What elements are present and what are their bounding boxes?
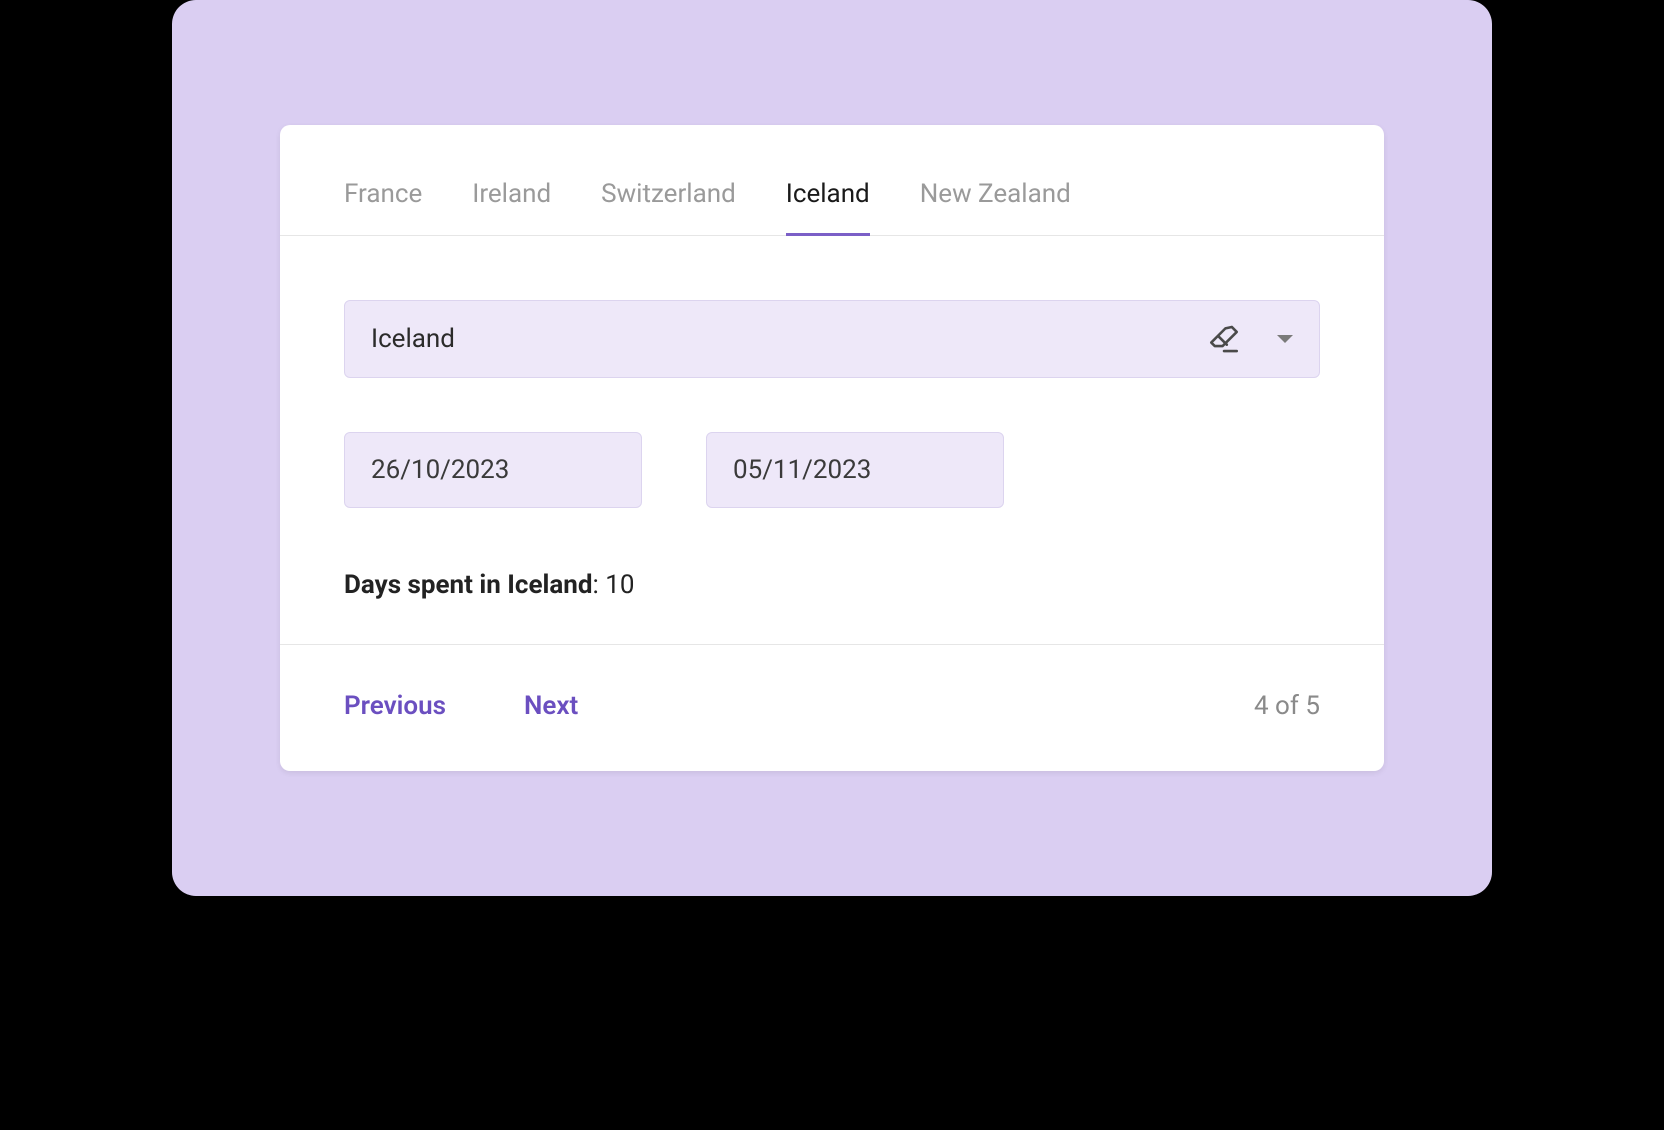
page-background: France Ireland Switzerland Iceland New Z…: [172, 0, 1492, 896]
select-icons: [1207, 322, 1293, 356]
country-select[interactable]: Iceland: [344, 300, 1320, 378]
start-date-value: 26/10/2023: [371, 455, 509, 485]
days-summary-separator: :: [593, 570, 606, 600]
days-summary-value: 10: [605, 570, 634, 600]
tab-new-zealand[interactable]: New Zealand: [920, 179, 1071, 236]
days-summary-label: Days spent in Iceland: [344, 570, 593, 600]
footer-nav: Previous Next: [344, 691, 578, 721]
page-counter: 4 of 5: [1254, 691, 1320, 721]
previous-button[interactable]: Previous: [344, 691, 446, 721]
end-date-field[interactable]: 05/11/2023: [706, 432, 1004, 508]
eraser-icon[interactable]: [1207, 322, 1241, 356]
days-summary: Days spent in Iceland: 10: [344, 570, 1320, 600]
chevron-down-icon: [1277, 335, 1293, 343]
tab-ireland[interactable]: Ireland: [472, 179, 551, 236]
start-date-field[interactable]: 26/10/2023: [344, 432, 642, 508]
tab-switzerland[interactable]: Switzerland: [601, 179, 736, 236]
tab-france[interactable]: France: [344, 179, 422, 236]
next-button[interactable]: Next: [524, 691, 578, 721]
footer: Previous Next 4 of 5: [280, 644, 1384, 771]
date-row: 26/10/2023 05/11/2023: [344, 432, 1320, 508]
tab-bar: France Ireland Switzerland Iceland New Z…: [280, 125, 1384, 236]
tab-content: Iceland 26/10/2023: [280, 236, 1384, 644]
main-card: France Ireland Switzerland Iceland New Z…: [280, 125, 1384, 771]
tab-iceland[interactable]: Iceland: [786, 179, 870, 236]
country-select-value: Iceland: [371, 324, 1207, 354]
end-date-value: 05/11/2023: [733, 455, 871, 485]
